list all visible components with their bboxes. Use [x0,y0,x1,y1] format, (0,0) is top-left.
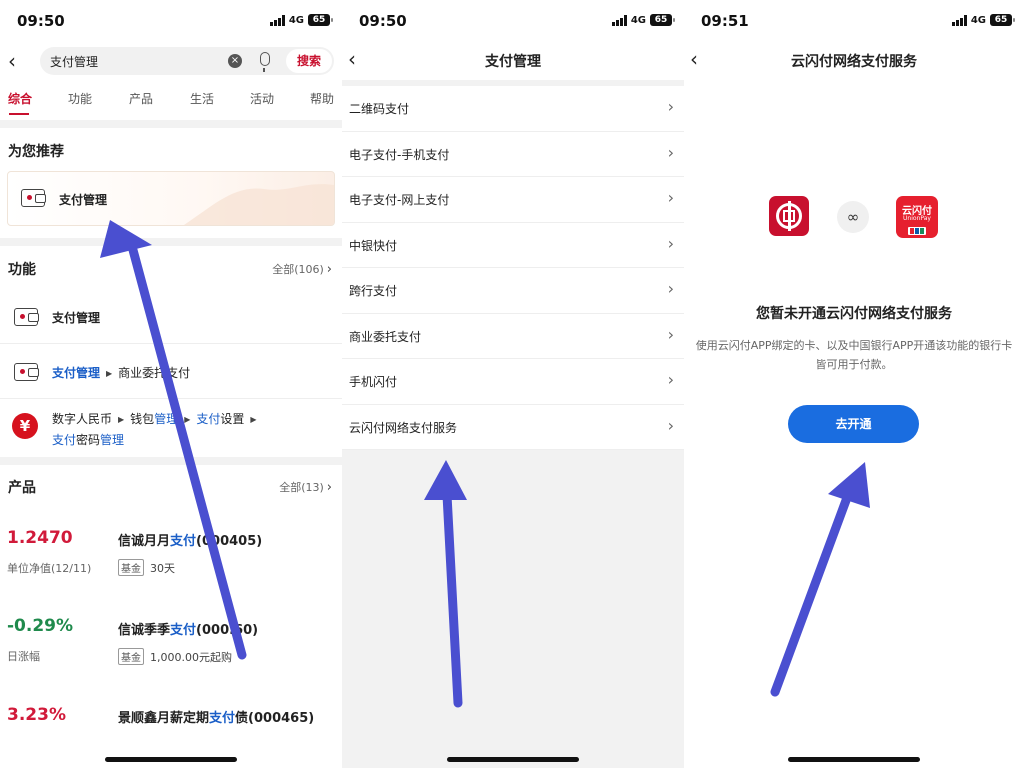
battery-icon: 65 [650,14,675,26]
unionpay-logo-icon: 云闪付 UnionPay [896,196,938,238]
tab-functions[interactable]: 功能 [68,90,92,107]
status-bar: 09:50 4G 65 [0,0,342,42]
list-item-cloud-quickpass[interactable]: 云闪付网络支付服务 › [342,405,684,450]
list-item-qr-payment[interactable]: 二维码支付 › [342,86,684,132]
ecny-icon: ¥ [12,413,38,439]
status-time: 09:51 [701,12,749,30]
enable-button[interactable]: 去开通 [788,405,919,443]
chevron-right-icon: › [326,262,332,277]
network-label: 4G [970,14,986,26]
chevron-right-icon: › [667,279,674,298]
tab-products[interactable]: 产品 [129,90,153,107]
status-bar: 09:51 4G 65 [684,0,1024,42]
chevron-right-icon: › [667,97,674,116]
list-item-boc-quickpay[interactable]: 中银快付 › [342,223,684,268]
recommend-title: 为您推荐 [8,144,64,160]
list-item-mobile-payment[interactable]: 电子支付-手机支付 › [342,132,684,177]
product-value: 1.2470 [7,528,73,548]
section-divider [0,457,342,465]
signal-icon [951,14,967,26]
wallet-icon [14,308,39,326]
search-button[interactable]: 搜索 [286,49,332,73]
chevron-right-icon: › [667,370,674,389]
chevron-right-icon: › [326,480,332,495]
chevron-right-icon: › [667,415,674,435]
chevron-right-icon: › [667,142,674,162]
status-time: 09:50 [17,12,65,30]
home-indicator [105,757,237,762]
clear-icon[interactable]: × [228,54,242,68]
product-tag: 基金 30天 [118,559,175,576]
product-name: 景顺鑫月薪定期支付债(000465) [118,711,315,726]
product-name: 信诚季季支付(000.60) [118,623,259,638]
product-value-label: 单位净值(12/11) [7,562,92,575]
list-item-mobile-flashpay[interactable]: 手机闪付 › [342,359,684,405]
chevron-right-icon: › [667,233,674,253]
not-enabled-heading: 您暂未开通云闪付网络支付服务 [756,306,952,322]
search-input[interactable]: 支付管理 [50,53,98,70]
functions-title: 功能 [8,262,36,278]
card-decoration [184,184,334,225]
search-results-screen: 09:50 4G 65 ‹ 支付管理 × 搜索 综合 功能 产品 生活 活动 帮… [0,0,342,768]
product-value-label: 日涨幅 [7,650,40,663]
product-value: -0.29% [7,616,74,636]
status-time: 09:50 [359,12,407,30]
cloud-quickpass-screen: 09:51 4G 65 ‹ 云闪付网络支付服务 ∞ 云闪付 UnionPay 您… [684,0,1024,768]
payment-options-list: 二维码支付 › 电子支付-手机支付 › 电子支付-网上支付 › 中银快付 › 跨行支付 ›… [342,86,684,450]
home-indicator [788,757,920,762]
tab-activities[interactable]: 活动 [250,90,274,107]
page-title: 云闪付网络支付服务 [791,54,917,70]
product-tag: 基金 1,000.00元起购 [118,648,232,665]
link-icon: ∞ [837,201,869,233]
page-title: 支付管理 [485,54,541,70]
recommend-card[interactable]: 支付管理 [7,171,335,226]
status-bar: 09:50 4G 65 [342,0,684,42]
chevron-right-icon: › [667,324,674,344]
network-label: 4G [630,14,646,26]
recommend-item-label: 支付管理 [59,193,108,207]
product-name: 信诚月月支付(000405) [118,534,263,549]
signal-icon [611,14,627,26]
section-divider [0,238,342,246]
payment-management-screen: 09:50 4G 65 ‹ 支付管理 二维码支付 › 电子支付-手机支付 › 电子支… [342,0,684,768]
search-bar[interactable]: 支付管理 × 搜索 [40,47,334,75]
search-tabs: 综合 功能 产品 生活 活动 帮助 [0,90,342,116]
tab-life[interactable]: 生活 [190,90,214,107]
products-title: 产品 [8,480,36,496]
boc-logo-icon [769,196,809,236]
list-item-commercial-payment[interactable]: 商业委托支付 › [342,314,684,359]
battery-icon: 65 [308,14,333,26]
active-tab-indicator [9,113,29,115]
tab-overall[interactable]: 综合 [8,90,32,107]
service-description: 使用云闪付APP绑定的卡、以及中国银行APP开通该功能的银行卡皆可用于付款。 [695,339,1013,371]
products-more-link[interactable]: 全部(13) › [279,479,332,495]
wallet-icon [14,363,39,381]
tab-help[interactable]: 帮助 [310,90,334,107]
section-divider [0,120,342,128]
back-chevron-icon[interactable]: ‹ [8,51,16,71]
home-indicator [447,757,579,762]
list-item-online-payment[interactable]: 电子支付-网上支付 › [342,177,684,223]
product-value: 3.23% [7,705,66,725]
list-item-interbank-payment[interactable]: 跨行支付 › [342,268,684,314]
battery-icon: 65 [990,14,1015,26]
functions-more-link[interactable]: 全部(106) › [272,261,332,277]
network-label: 4G [288,14,304,26]
signal-icon [269,14,285,26]
wallet-icon [21,189,46,207]
chevron-right-icon: › [667,188,674,207]
microphone-icon[interactable] [260,52,270,72]
